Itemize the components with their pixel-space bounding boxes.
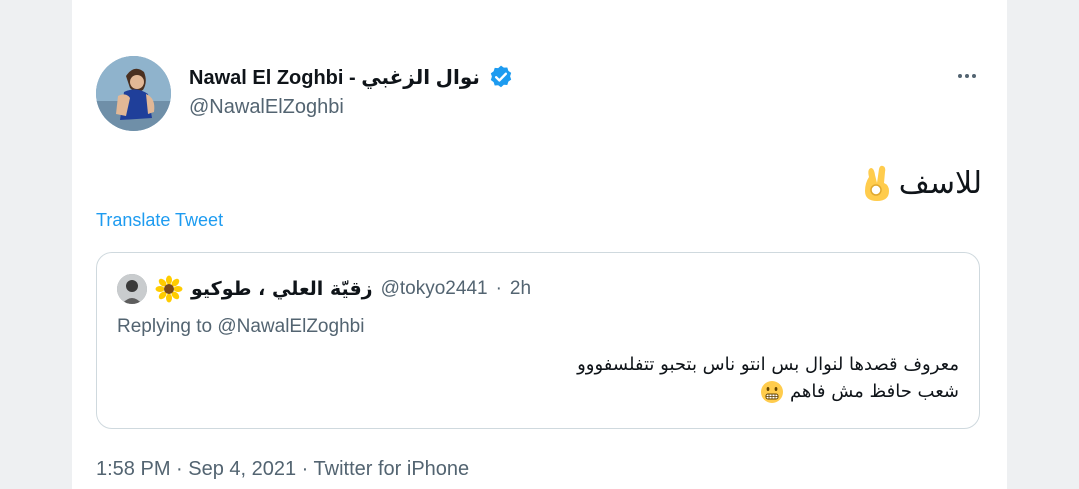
author-handle[interactable]: @NawalElZoghbi <box>189 96 344 119</box>
quote-avatar[interactable] <box>117 274 147 304</box>
grimace-icon <box>760 380 784 404</box>
sunflower-icon <box>155 275 183 303</box>
tweet-body: للاسف <box>859 163 982 203</box>
verified-badge-icon <box>488 64 514 90</box>
ok-hand-icon <box>859 163 895 203</box>
quote-separator: · <box>495 278 502 299</box>
quote-text: معروف قصدها لنوال بس انتو ناس بتحبو تتفل… <box>577 351 959 405</box>
quote-timestamp[interactable]: 2h <box>510 278 531 300</box>
replying-prefix: Replying to <box>117 316 218 337</box>
quote-text-line-2: شعب حافظ مش فاهم <box>789 381 959 402</box>
tweet-card: Nawal El Zoghbi - نوال الزغبي @NawalElZo… <box>72 0 1007 489</box>
replying-to: Replying to @NawalElZoghbi <box>117 316 364 338</box>
tweet-text: للاسف <box>898 165 982 201</box>
quoted-tweet[interactable]: زقيّة العلي ، طوكيو @tokyo2441 · 2h Repl… <box>96 252 980 429</box>
display-name[interactable]: Nawal El Zoghbi - نوال الزغبي <box>189 65 480 90</box>
replying-to-handle[interactable]: @NawalElZoghbi <box>217 316 364 337</box>
tweet-metadata[interactable]: 1:58 PM · Sep 4, 2021 · Twitter for iPho… <box>96 458 469 481</box>
quote-header: زقيّة العلي ، طوكيو @tokyo2441 · 2h <box>117 273 531 305</box>
quote-author-name[interactable]: زقيّة العلي ، طوكيو <box>191 278 373 300</box>
author-row: Nawal El Zoghbi - نوال الزغبي <box>189 62 514 92</box>
quote-text-line-2-row: شعب حافظ مش فاهم <box>577 378 959 405</box>
more-options-icon[interactable] <box>952 66 982 86</box>
quote-author-handle[interactable]: @tokyo2441 <box>381 278 488 300</box>
avatar[interactable] <box>96 56 171 131</box>
quote-text-line-1: معروف قصدها لنوال بس انتو ناس بتحبو تتفل… <box>577 354 959 375</box>
translate-tweet-link[interactable]: Translate Tweet <box>96 210 223 231</box>
